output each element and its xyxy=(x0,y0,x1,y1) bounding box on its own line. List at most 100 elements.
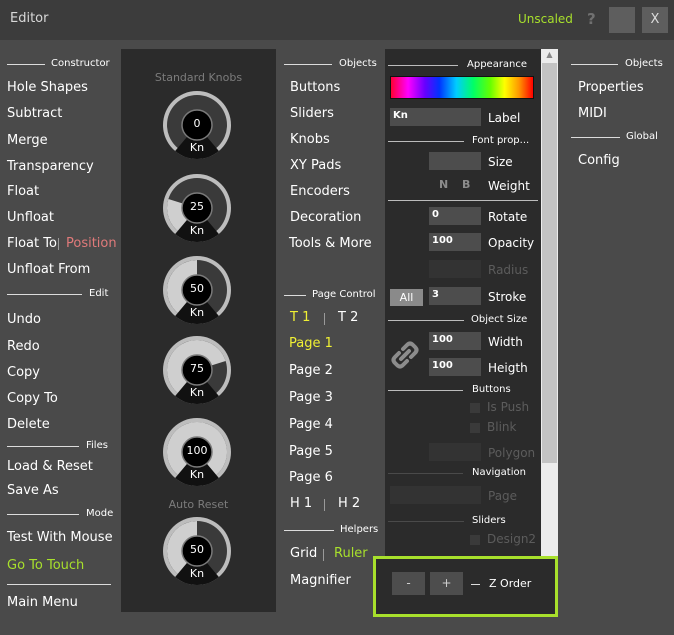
float-to-button[interactable]: Float To xyxy=(7,236,57,251)
float-button[interactable]: Float xyxy=(7,184,39,199)
separator xyxy=(324,313,325,325)
knob-label: Kn xyxy=(189,567,205,580)
window-title: Editor xyxy=(10,11,49,26)
knobs-button[interactable]: Knobs xyxy=(290,132,330,147)
decoration-button[interactable]: Decoration xyxy=(290,210,361,225)
close-button[interactable]: X xyxy=(642,7,668,33)
knob-preview[interactable]: 50 Kn xyxy=(162,255,232,325)
knob-preview[interactable]: 0 Kn xyxy=(162,90,232,160)
position-button[interactable]: Position xyxy=(66,236,117,251)
chain-link-icon[interactable] xyxy=(390,340,420,374)
knob-preview[interactable]: 25 Kn xyxy=(162,173,232,243)
knob-preview[interactable]: 50 Kn xyxy=(162,516,232,586)
xy-pads-button[interactable]: XY Pads xyxy=(290,158,341,173)
all-button[interactable]: All xyxy=(390,289,423,306)
tab-t2[interactable]: T 2 xyxy=(338,310,358,325)
opacity-input[interactable]: 100 xyxy=(429,233,481,251)
redo-button[interactable]: Redo xyxy=(7,339,40,354)
standard-knobs-label: Standard Knobs xyxy=(154,71,243,84)
ruler-toggle[interactable]: Ruler xyxy=(334,546,368,561)
design2-label: Design2 xyxy=(487,532,537,546)
load-reset-button[interactable]: Load & Reset xyxy=(7,459,93,474)
grid-toggle[interactable]: Grid xyxy=(290,546,317,561)
main-menu-button[interactable]: Main Menu xyxy=(7,595,78,610)
blink-checkbox[interactable] xyxy=(470,423,480,433)
page-6-button[interactable]: Page 6 xyxy=(289,470,333,485)
page-caption: Page xyxy=(488,489,518,503)
right-objects-header: Objects xyxy=(571,58,666,70)
transform-divider xyxy=(388,194,538,206)
knob-label: Kn xyxy=(189,386,205,399)
help-button[interactable]: ? xyxy=(587,10,596,28)
edit-header: Edit xyxy=(7,288,111,300)
knob-preview[interactable]: 75 Kn xyxy=(162,335,232,405)
weight-caption: Weight xyxy=(488,179,530,193)
unfloat-button[interactable]: Unfloat xyxy=(7,210,54,225)
knob-preview[interactable]: 100 Kn xyxy=(162,417,232,487)
knob-value: 50 xyxy=(190,543,204,556)
tab-h1[interactable]: H 1 xyxy=(290,496,312,511)
undo-button[interactable]: Undo xyxy=(7,312,41,327)
polygon-input[interactable] xyxy=(429,443,481,461)
save-as-button[interactable]: Save As xyxy=(7,483,59,498)
main-menu-divider xyxy=(7,578,111,590)
properties-panel: Appearance Kn Label Font prop... Size N … xyxy=(385,49,558,614)
tab-t1[interactable]: T 1 xyxy=(290,310,310,325)
transparency-button[interactable]: Transparency xyxy=(7,159,94,174)
stroke-input[interactable]: 3 xyxy=(429,287,481,305)
page-2-button[interactable]: Page 2 xyxy=(289,363,333,378)
color-spectrum-picker[interactable] xyxy=(390,76,534,99)
font-size-input[interactable] xyxy=(429,152,481,170)
separator xyxy=(58,238,59,250)
test-with-mouse-button[interactable]: Test With Mouse xyxy=(7,530,113,545)
font-normal-toggle[interactable]: N xyxy=(439,178,448,191)
rotate-input[interactable]: 0 xyxy=(429,207,481,225)
design2-checkbox[interactable] xyxy=(470,535,480,545)
page-1-button[interactable]: Page 1 xyxy=(289,336,333,351)
is-push-label: Is Push xyxy=(487,400,530,414)
chevron-up-icon[interactable]: ▲ xyxy=(541,50,558,59)
properties-scrollbar[interactable]: ▲ ▼ xyxy=(541,49,558,614)
sliders-section-header: Sliders xyxy=(388,515,538,527)
page-4-button[interactable]: Page 4 xyxy=(289,417,333,432)
square-button[interactable] xyxy=(609,7,635,33)
mode-header: Mode xyxy=(7,508,115,520)
buttons-button[interactable]: Buttons xyxy=(290,80,340,95)
sliders-button[interactable]: Sliders xyxy=(290,106,334,121)
unfloat-from-button[interactable]: Unfloat From xyxy=(7,262,90,277)
width-input[interactable]: 100 xyxy=(429,332,481,350)
go-to-touch-button[interactable]: Go To Touch xyxy=(7,558,84,573)
scrollbar-thumb[interactable] xyxy=(542,63,557,463)
rotate-caption: Rotate xyxy=(488,210,528,224)
page-3-button[interactable]: Page 3 xyxy=(289,390,333,405)
object-size-header: Object Size xyxy=(388,314,538,326)
midi-button[interactable]: MIDI xyxy=(578,106,607,121)
page-input[interactable] xyxy=(390,486,481,504)
tab-h2[interactable]: H 2 xyxy=(338,496,360,511)
radius-input[interactable] xyxy=(429,260,481,278)
unscaled-toggle[interactable]: Unscaled xyxy=(518,12,573,26)
z-order-minus-button[interactable]: - xyxy=(392,572,425,595)
knob-value: 100 xyxy=(186,444,208,457)
z-order-plus-button[interactable]: + xyxy=(430,572,463,595)
tools-more-button[interactable]: Tools & More xyxy=(289,236,372,251)
config-button[interactable]: Config xyxy=(578,153,620,168)
encoders-button[interactable]: Encoders xyxy=(290,184,350,199)
copy-to-button[interactable]: Copy To xyxy=(7,391,58,406)
polygon-label: Polygon xyxy=(488,446,536,460)
auto-reset-label: Auto Reset xyxy=(168,498,229,511)
helpers-header: Helpers xyxy=(284,524,378,536)
font-bold-toggle[interactable]: B xyxy=(462,178,470,191)
magnifier-button[interactable]: Magnifier xyxy=(290,573,351,588)
page-5-button[interactable]: Page 5 xyxy=(289,444,333,459)
z-order-label: Z Order xyxy=(489,577,532,590)
properties-button[interactable]: Properties xyxy=(578,80,644,95)
is-push-checkbox[interactable] xyxy=(470,403,480,413)
label-input[interactable]: Kn xyxy=(390,108,481,126)
hole-shapes-button[interactable]: Hole Shapes xyxy=(7,80,88,95)
height-input[interactable]: 100 xyxy=(429,358,481,376)
delete-button[interactable]: Delete xyxy=(7,417,50,432)
merge-button[interactable]: Merge xyxy=(7,133,48,148)
subtract-button[interactable]: Subtract xyxy=(7,106,62,121)
copy-button[interactable]: Copy xyxy=(7,365,40,380)
